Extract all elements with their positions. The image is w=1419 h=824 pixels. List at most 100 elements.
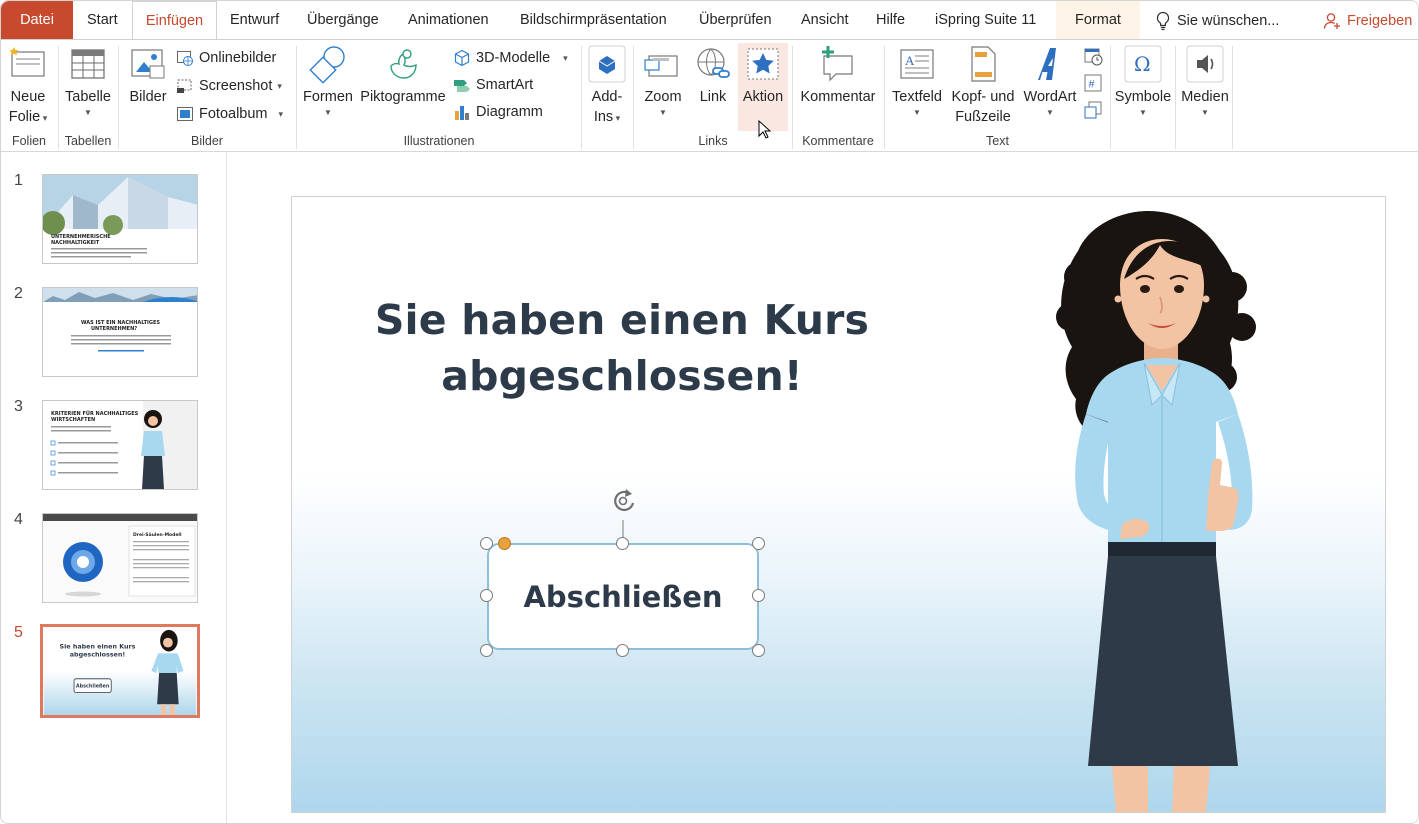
thumbnail-5-title: abgeschlossen! [70,651,126,658]
tab-review[interactable]: Überprüfen [699,1,772,40]
chart-button[interactable]: Diagramm [453,100,543,124]
wordart-button[interactable]: WordArt ▼ [1019,44,1081,119]
resize-handle-left[interactable] [480,589,493,602]
svg-text:#: # [1089,79,1096,91]
tab-file[interactable]: Datei [1,1,73,40]
textbox-icon: A [900,49,934,79]
resize-handle-bottom-right[interactable] [752,644,765,657]
screenshot-icon [177,79,192,93]
slide-number-icon[interactable]: # [1083,73,1103,93]
table-dropdown-icon: ▼ [84,108,92,117]
table-button[interactable]: Tabelle ▼ [63,44,113,119]
addins-label-1: Add- [591,89,623,105]
thumbnail-2-preview: WAS IST EIN NACHHALTIGES UNTERNEHMEN? [43,288,197,352]
link-button[interactable]: Link [691,44,735,107]
thumbnail-2-title: UNTERNEHMEN? [91,326,137,332]
header-footer-icon [971,46,996,82]
slide-thumbnail-4[interactable]: Drei-Säulen-Modell [42,513,198,603]
slide-title[interactable]: Sie haben einen Kurs abgeschlossen! [332,292,912,404]
ribbon-tab-bar: Datei Start Einfügen Entwurf Übergänge A… [1,1,1418,40]
media-button[interactable]: Medien ▼ [1177,44,1233,119]
slide-number-selected: 5 [14,624,23,641]
online-pictures-button[interactable]: Onlinebilder [176,46,276,70]
cube-icon [454,49,470,67]
adjust-corner-handle[interactable] [498,537,511,550]
insert-object-icon[interactable] [1083,100,1103,120]
rotate-handle-icon[interactable] [614,497,632,515]
addins-label-2: Ins [593,109,614,125]
resize-handle-bottom-left[interactable] [480,644,493,657]
tab-start[interactable]: Start [87,1,118,40]
thumbnail-4-preview: Drei-Säulen-Modell [43,514,197,602]
group-illustrations-label: Illustrationen [403,134,475,148]
symbols-button[interactable]: Ω Symbole ▼ [1113,44,1173,119]
current-slide-canvas[interactable]: Sie haben einen Kurs abgeschlossen! Absc… [291,196,1386,813]
addins-icon [588,45,626,83]
slide-number: 2 [14,285,23,302]
date-time-icon[interactable] [1083,46,1103,66]
textbox-label: Textfeld [892,89,942,105]
tab-format[interactable]: Format [1056,1,1140,40]
screenshot-label: Screenshot [199,78,273,94]
thumbnail-5-title: Sie haben einen Kurs [60,644,136,651]
3d-models-button[interactable]: 3D-Modelle ▾ [453,46,568,70]
header-footer-button[interactable]: Kopf- und Fußzeile [947,44,1019,127]
slide-thumbnail-2[interactable]: WAS IST EIN NACHHALTIGES UNTERNEHMEN? [42,287,198,377]
omega-symbol-icon: Ω [1124,45,1162,83]
header-footer-label-2: Fußzeile [955,109,1011,125]
zoom-button[interactable]: Zoom ▼ [639,44,687,119]
tab-insert[interactable]: Einfügen [132,1,217,40]
thumbnail-3-title: WIRTSCHAFTEN [51,417,95,423]
action-label: Aktion [742,89,784,105]
resize-handle-right[interactable] [752,589,765,602]
resize-handle-top-left[interactable] [480,537,493,550]
resize-handle-top-right[interactable] [752,537,765,550]
pictures-button[interactable]: Bilder [124,44,172,107]
smartart-label: SmartArt [476,77,534,93]
tell-me-search[interactable]: Sie wünschen... [1155,1,1279,40]
screenshot-button[interactable]: Screenshot ▾ [176,74,282,98]
ribbon-insert: Neue Folie ▾ Folien Tabelle ▼ Tabellen B… [1,39,1418,152]
textbox-button[interactable]: A Textfeld ▼ [889,44,945,119]
comment-button[interactable]: Kommentar [797,44,879,107]
share-label: Freigeben [1347,12,1413,29]
tab-animations[interactable]: Animationen [408,1,489,40]
addins-button[interactable]: Add- Ins ▾ [586,44,628,128]
ribbon-separator [1110,46,1111,149]
tab-view[interactable]: Ansicht [801,1,849,40]
icons-button[interactable]: Piktogramme [357,44,449,107]
resize-handle-bottom[interactable] [616,644,629,657]
zoom-icon [644,55,678,77]
ribbon-separator [1175,46,1176,149]
new-slide-button[interactable]: Neue Folie ▾ [5,44,51,128]
shapes-dropdown-icon: ▼ [324,108,332,117]
slide-thumbnail-3[interactable]: KRITERIEN FÜR NACHHALTIGES WIRTSCHAFTEN [42,400,198,490]
add-person-icon [1323,12,1340,29]
share-button[interactable]: Freigeben [1323,1,1412,40]
tab-design[interactable]: Entwurf [230,1,279,40]
online-pictures-icon [177,51,193,66]
pictograms-icon [390,49,417,79]
zoom-label: Zoom [644,89,682,105]
resize-handle-top[interactable] [616,537,629,550]
wordart-dropdown-icon: ▼ [1046,108,1054,117]
group-tables-label: Tabellen [64,134,112,148]
tab-help[interactable]: Hilfe [876,1,905,40]
wordart-icon [1038,48,1056,80]
3d-models-label: 3D-Modelle [476,50,551,66]
icons-label: Piktogramme [360,89,446,105]
link-globe-icon [697,48,730,78]
thumbnail-5-button: Abschließen [76,684,110,690]
shapes-button[interactable]: Formen ▼ [301,44,355,119]
thumbnail-3-title: KRITERIEN FÜR NACHHALTIGES [51,410,139,417]
smartart-button[interactable]: SmartArt [453,73,533,97]
tab-slideshow[interactable]: Bildschirmpräsentation [520,1,667,40]
slide-thumbnail-1[interactable]: UNTERNEHMERISCHE NACHHALTIGKEIT [42,174,198,264]
action-button[interactable]: Aktion [738,44,788,107]
photo-album-button[interactable]: Fotoalbum ▾ [176,102,283,126]
tab-ispring[interactable]: iSpring Suite 11 [935,1,1036,40]
table-label: Tabelle [65,89,111,105]
textbox-dropdown-icon: ▼ [913,108,921,117]
slide-thumbnail-5-selected[interactable]: Sie haben einen Kurs abgeschlossen! Absc… [40,624,200,718]
tab-transitions[interactable]: Übergänge [307,1,379,40]
